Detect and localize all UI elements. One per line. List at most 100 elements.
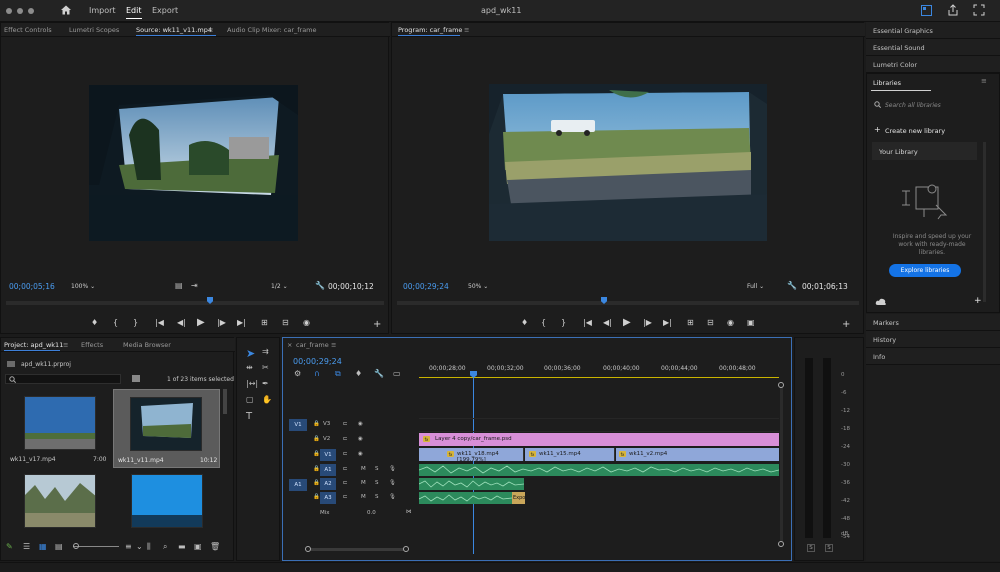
insert-edit-icon[interactable]: ⇥ (191, 281, 198, 290)
sort-icon[interactable]: ≡ (125, 542, 132, 551)
project-scrollbar[interactable] (223, 389, 227, 414)
mix-value[interactable]: 0.0 (367, 510, 376, 516)
lock-icon[interactable]: 🔒 (313, 451, 320, 457)
ripple-edit-tool-icon[interactable]: ⇹ (246, 363, 253, 372)
tab-effect-controls[interactable]: Effect Controls (4, 26, 52, 34)
scroll-handle-bottom[interactable] (778, 541, 784, 547)
your-library-item[interactable]: Your Library (872, 142, 977, 160)
eye-icon[interactable]: ◉ (358, 451, 363, 457)
microphone-icon[interactable]: 🎙 (389, 466, 396, 472)
slip-tool-icon[interactable]: |↔| (246, 379, 258, 388)
plus-icon[interactable]: + (874, 125, 881, 134)
eye-icon[interactable]: ◉ (358, 421, 363, 427)
new-bin-icon[interactable]: ▬ (178, 542, 186, 551)
menu-import[interactable]: Import (89, 6, 116, 15)
timeline-vertical-scrollbar[interactable] (780, 382, 783, 542)
overwrite-icon[interactable]: ⊟ (282, 318, 289, 327)
program-timecode-current[interactable]: 00;00;29;24 (403, 282, 449, 291)
wrench-icon[interactable]: 🔧 (315, 281, 325, 290)
lift-icon[interactable]: ⊞ (687, 318, 694, 327)
track-lane-a1[interactable] (419, 464, 779, 477)
graphic-clip[interactable]: fx Layer 4 copy/car_frame.psd (419, 433, 779, 446)
add-marker-icon[interactable]: ♦ (355, 369, 362, 378)
track-lane-v3[interactable] (419, 418, 779, 432)
fullscreen-icon[interactable] (973, 4, 985, 16)
list-view-icon[interactable]: ☰ (23, 542, 30, 551)
source-timecode-current[interactable]: 00;00;05;16 (9, 282, 55, 291)
chevron-down-icon[interactable]: ⌄ (136, 542, 143, 551)
sync-lock-icon[interactable]: ⊏ (343, 451, 348, 457)
wrench-icon[interactable]: 🔧 (787, 281, 797, 290)
mark-in-icon[interactable]: { (541, 318, 546, 327)
video-clip[interactable]: fx wk11_v15.mp4 (525, 448, 615, 461)
share-icon[interactable] (947, 4, 959, 16)
mute-button[interactable]: M (361, 466, 366, 472)
home-icon[interactable] (60, 4, 72, 16)
solo-button[interactable]: S (375, 494, 379, 500)
export-frame-icon[interactable]: ◉ (303, 318, 310, 327)
track-label-v3[interactable]: V3 (323, 421, 330, 427)
program-resolution-select[interactable]: Full ⌄ (747, 283, 764, 290)
lock-icon[interactable]: 🔒 (313, 421, 320, 427)
mark-out-icon[interactable]: } (561, 318, 566, 327)
selection-tool-icon[interactable]: ➤ (246, 347, 255, 360)
window-zoom-button[interactable] (28, 8, 34, 14)
eye-icon[interactable]: ◉ (358, 436, 363, 442)
add-library-icon[interactable]: + (974, 296, 982, 306)
workspace-icon[interactable] (921, 5, 932, 16)
zoom-slider-handle[interactable] (73, 543, 79, 549)
sync-lock-icon[interactable]: ⊏ (343, 480, 348, 486)
create-library-button[interactable]: Create new library (885, 127, 945, 135)
scroll-handle-left[interactable] (305, 546, 311, 552)
close-icon[interactable]: × (287, 341, 292, 349)
source-scrub-bar[interactable] (6, 301, 384, 305)
lock-icon[interactable]: 🔒 (313, 480, 320, 486)
microphone-icon[interactable]: 🎙 (389, 480, 396, 486)
timeline-horizontal-scrollbar[interactable] (307, 548, 407, 551)
microphone-icon[interactable]: 🎙 (389, 494, 396, 500)
snap-icon[interactable]: ∩ (314, 369, 320, 378)
track-label-a1[interactable]: A1 (320, 464, 336, 476)
wrench-icon[interactable]: 🔧 (374, 369, 384, 378)
add-button-icon[interactable]: + (373, 319, 381, 330)
program-video-frame[interactable] (489, 84, 767, 241)
trash-icon[interactable]: 🗑 (210, 542, 220, 551)
clip-thumbnail[interactable] (24, 474, 96, 528)
menu-edit[interactable]: Edit (126, 6, 142, 19)
new-bin-icon[interactable] (132, 375, 140, 382)
panel-info[interactable]: Info (866, 348, 1000, 365)
tab-timeline[interactable]: car_frame (296, 341, 329, 349)
tab-audio-clip-mixer[interactable]: Audio Clip Mixer: car_frame (227, 26, 317, 34)
freeform-view-icon[interactable]: ▤ (55, 542, 63, 551)
rectangle-tool-icon[interactable]: ▢ (246, 395, 254, 404)
project-item-selected[interactable]: wk11_v11.mp4 10:12 (113, 389, 220, 468)
scroll-handle-right[interactable] (403, 546, 409, 552)
insert-icon[interactable]: ⊞ (261, 318, 268, 327)
libraries-scrollbar[interactable] (983, 142, 986, 302)
mix-keyframe-icon[interactable]: ⋈ (406, 509, 412, 515)
scroll-handle-top[interactable] (778, 382, 784, 388)
audio-clip[interactable] (419, 478, 524, 490)
nest-icon[interactable]: ⚙ (294, 369, 301, 378)
panel-menu-icon[interactable]: ≡ (208, 26, 213, 34)
solo-button[interactable]: S (375, 466, 379, 472)
mute-button[interactable]: M (361, 494, 366, 500)
track-label-v2[interactable]: V2 (323, 436, 330, 442)
sync-lock-icon[interactable]: ⊏ (343, 466, 348, 472)
clip-thumbnail[interactable] (131, 474, 203, 528)
panel-lumetri-color[interactable]: Lumetri Color (866, 56, 1000, 73)
explore-libraries-button[interactable]: Explore libraries (889, 264, 961, 277)
program-scrub-bar[interactable] (397, 301, 859, 305)
mark-out-icon[interactable]: } (133, 318, 138, 327)
add-button-icon[interactable]: + (842, 319, 850, 330)
razor-tool-icon[interactable]: ✂ (262, 363, 269, 372)
panel-menu-icon[interactable]: ≡ (464, 26, 469, 34)
extract-icon[interactable]: ⊟ (707, 318, 714, 327)
source-zoom-select[interactable]: 100% ⌄ (71, 283, 95, 290)
video-clip[interactable]: fx wk11_v2.mp4 (616, 448, 779, 461)
play-icon[interactable]: ▶ (197, 317, 205, 328)
track-lane-a2[interactable] (419, 478, 779, 491)
audio-clip[interactable] (419, 492, 512, 504)
source-resolution-select[interactable]: 1/2 ⌄ (271, 283, 288, 290)
step-back-icon[interactable]: ◀| (603, 318, 612, 327)
